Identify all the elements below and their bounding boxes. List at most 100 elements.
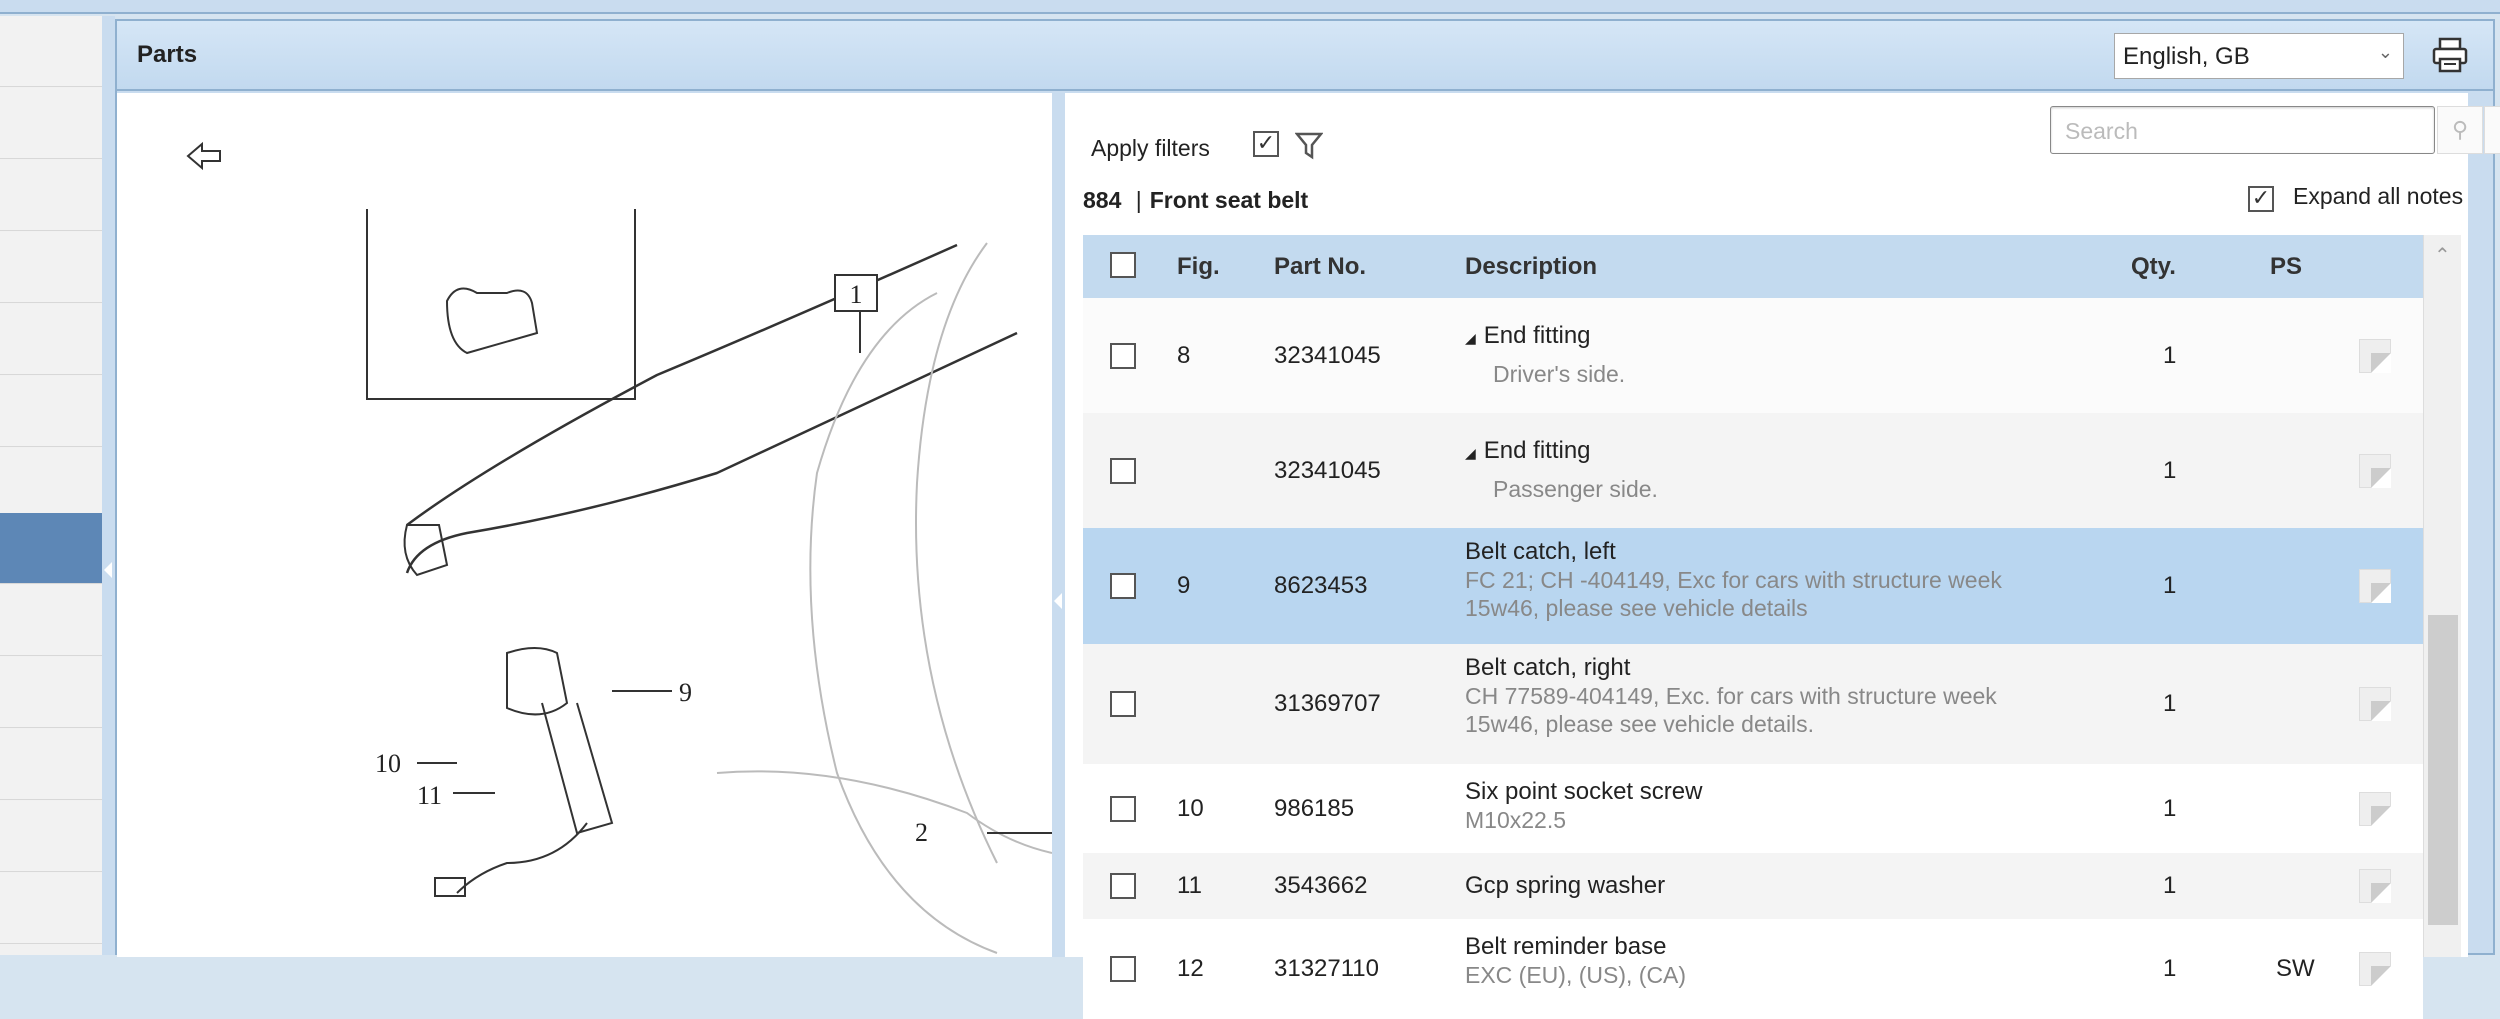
quantity: 1 (2163, 794, 2177, 822)
quantity: 1 (2163, 341, 2177, 369)
expand-all-notes-checkbox[interactable]: ✓ (2248, 186, 2274, 212)
note-icon[interactable] (2359, 453, 2391, 488)
group-title: 884 | Front seat belt (1083, 187, 1308, 214)
language-value: English, GB (2123, 43, 2250, 70)
scrollbar-thumb[interactable] (2428, 615, 2458, 925)
table-row[interactable]: 32341045 ◢ End fitting Passenger side. 1 (1083, 413, 2423, 528)
sidebar-item[interactable] (0, 448, 102, 519)
apply-filters-checkbox[interactable]: ✓ (1253, 131, 1279, 157)
previous-match-button[interactable]: ⌃ (2484, 106, 2500, 154)
callout-1: 1 (850, 280, 863, 309)
row-checkbox[interactable] (1110, 873, 1136, 899)
sidebar-item[interactable] (0, 729, 102, 800)
fig-number: 9 (1177, 572, 1191, 599)
ps-code: SW (2276, 955, 2315, 982)
note-icon[interactable] (2359, 338, 2391, 373)
sidebar-item[interactable] (0, 232, 102, 303)
row-checkbox[interactable] (1110, 795, 1136, 822)
part-number[interactable]: 32341045 (1274, 457, 1381, 485)
sidebar-item-selected[interactable] (0, 513, 102, 584)
part-note: EXC (EU), (US), (CA) (1465, 962, 1687, 988)
scrollbar[interactable]: ⌃ (2423, 235, 2461, 957)
collapse-left-icon (1054, 593, 1062, 609)
table-row[interactable]: 9 8623453 Belt catch, left FC 21; CH -40414… (1083, 528, 2423, 644)
row-checkbox[interactable] (1110, 691, 1136, 717)
group-number: 884 (1083, 187, 1122, 213)
sidebar-item[interactable] (0, 585, 102, 656)
row-checkbox[interactable] (1110, 457, 1136, 484)
select-all-checkbox[interactable] (1110, 252, 1136, 278)
fig-number: 10 (1177, 794, 1204, 822)
table-row[interactable]: 10 986185 Six point socket screw M10x22.5 1 (1083, 764, 2423, 853)
part-description: Belt reminder base (1465, 933, 1667, 960)
sidebar-item[interactable] (0, 304, 102, 375)
header-ps[interactable]: PS (2270, 253, 2302, 281)
row-checkbox[interactable] (1110, 956, 1136, 982)
sidebar-item[interactable] (0, 657, 102, 728)
header-description[interactable]: Description (1465, 253, 1597, 281)
collapse-left-icon (104, 562, 112, 578)
separator: | (1135, 187, 1142, 213)
parts-diagram[interactable]: 1 9 10 11 2 (117, 93, 1053, 957)
apply-filters-label: Apply filters (1091, 135, 1210, 161)
row-checkbox[interactable] (1110, 342, 1136, 369)
part-number[interactable]: 3543662 (1274, 872, 1367, 900)
panel-header: Parts English, GB ⌄ (117, 21, 2493, 91)
sidebar-item[interactable] (0, 801, 102, 872)
callout-11: 11 (417, 781, 442, 810)
search-input[interactable]: Search (2050, 106, 2435, 154)
callout-9: 9 (679, 678, 692, 707)
header-qty[interactable]: Qty. (2131, 253, 2176, 281)
header-fig[interactable]: Fig. (1177, 253, 1220, 281)
back-arrow-icon (186, 141, 221, 171)
top-strip (0, 0, 2500, 14)
diagram-drawing: 1 9 10 11 2 (186, 141, 1053, 954)
print-icon[interactable] (2430, 35, 2470, 75)
sidebar-item[interactable] (0, 376, 102, 447)
pane-splitter[interactable] (1052, 93, 1065, 957)
row-checkbox[interactable] (1110, 573, 1136, 599)
note-icon[interactable] (2359, 869, 2391, 903)
part-description: End fitting (1483, 437, 1591, 464)
part-number[interactable]: 31327110 (1274, 955, 1379, 983)
fig-number: 12 (1177, 955, 1204, 982)
sidebar-item[interactable] (0, 16, 102, 87)
note-icon[interactable] (2359, 569, 2391, 603)
part-note: M10x22.5 (1465, 807, 1567, 833)
table-row[interactable]: 8 32341045 ◢ End fitting Driver's side. 1 (1083, 298, 2423, 413)
expand-triangle-icon[interactable]: ◢ (1465, 330, 1476, 346)
quantity: 1 (2163, 955, 2177, 982)
filter-icon[interactable] (1295, 131, 1323, 161)
sidebar-item[interactable] (0, 160, 102, 231)
chevron-down-icon: ⌄ (2377, 42, 2393, 62)
part-note: CH 77589-404149, Exc. for cars with stru… (1465, 683, 1997, 737)
parts-list-pane: Apply filters ✓ Search ⚲ ⌃ ⌄ 884 |Front … (1065, 93, 2500, 1019)
part-number[interactable]: 32341045 (1274, 342, 1381, 370)
callout-2: 2 (915, 818, 928, 847)
search-button[interactable]: ⚲ (2437, 106, 2483, 154)
language-select[interactable]: English, GB ⌄ (2114, 33, 2404, 79)
part-number[interactable]: 8623453 (1274, 572, 1367, 600)
note-icon[interactable] (2359, 791, 2391, 826)
note-icon[interactable] (2359, 952, 2391, 986)
part-note: Passenger side. (1493, 476, 1658, 502)
sidebar (0, 16, 102, 955)
quantity: 1 (2163, 690, 2177, 717)
table-header: Fig. Part No. Description Qty. PS (1083, 235, 2423, 298)
part-number[interactable]: 31369707 (1274, 690, 1381, 718)
part-description: End fitting (1483, 322, 1591, 349)
expand-triangle-icon[interactable]: ◢ (1465, 445, 1476, 461)
table-row[interactable]: 11 3543662 Gcp spring washer 1 (1083, 853, 2423, 919)
part-description: Six point socket screw (1465, 778, 1703, 805)
sidebar-item[interactable] (0, 88, 102, 159)
table-row[interactable]: 12 31327110 Belt reminder base EXC (EU), (U… (1083, 919, 2423, 1019)
panel-title: Parts (137, 41, 198, 68)
quantity: 1 (2163, 456, 2177, 484)
table-row[interactable]: 31369707 Belt catch, right CH 77589-404149… (1083, 644, 2423, 764)
note-icon[interactable] (2359, 687, 2391, 721)
sidebar-item[interactable] (0, 873, 102, 944)
part-number[interactable]: 986185 (1274, 795, 1354, 823)
header-part-no[interactable]: Part No. (1274, 253, 1366, 281)
part-note: FC 21; CH -404149, Exc for cars with str… (1465, 567, 2002, 621)
sidebar-splitter[interactable] (102, 16, 115, 955)
